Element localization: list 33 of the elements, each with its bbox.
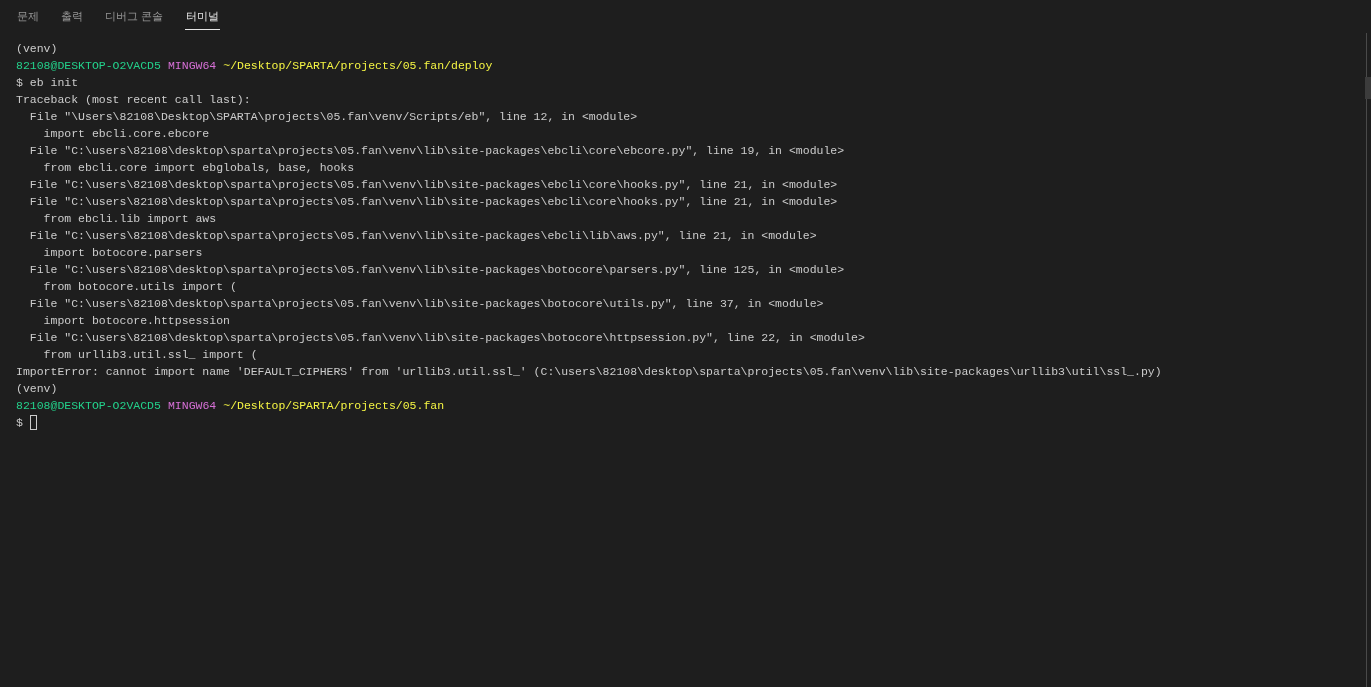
panel-tab[interactable]: 출력 bbox=[60, 0, 84, 30]
cursor-icon bbox=[29, 415, 37, 430]
terminal-line: $ eb init bbox=[16, 75, 79, 91]
terminal-line: from urllib3.util.ssl_ import ( bbox=[42, 347, 258, 363]
terminal-line: ImportError: cannot import name 'DEFAULT_CIPHERS' from 'urllib3.util.ssl_' (C:\users\82108\desktop\sparta\projects\05.fan\venv\lib\site-packages\urllib3\util\ssl_.py) bbox=[16, 364, 1162, 380]
panel-tab[interactable]: 문제 bbox=[16, 0, 40, 30]
panel-tab[interactable]: 터미널 bbox=[184, 0, 220, 30]
panel-tab[interactable]: 디버그 콘솔 bbox=[104, 0, 165, 30]
prompt-shell: MINGW64 bbox=[167, 58, 217, 74]
terminal-line: from botocore.utils import ( bbox=[42, 279, 237, 295]
terminal-line: File "C:\users\82108\desktop\sparta\projects\05.fan\venv\lib\site-packages\botocore\httpsession.py", line 22, in <module> bbox=[28, 330, 865, 346]
prompt-shell: MINGW64 bbox=[167, 398, 217, 414]
terminal-line: (venv) bbox=[16, 41, 58, 57]
terminal-line: File "C:\users\82108\desktop\sparta\projects\05.fan\venv\lib\site-packages\ebcli\lib\aws.py", line 21, in <module> bbox=[28, 228, 817, 244]
terminal-line: import botocore.httpsession bbox=[42, 313, 230, 329]
terminal-line: File "C:\users\82108\desktop\sparta\projects\05.fan\venv\lib\site-packages\ebcli\core\hooks.py", line 21, in <module> bbox=[28, 177, 838, 193]
terminal-line: File "C:\users\82108\desktop\sparta\projects\05.fan\venv\lib\site-packages\botocore\utils.py", line 37, in <module> bbox=[28, 296, 824, 312]
terminal-line: import botocore.parsers bbox=[42, 245, 203, 261]
terminal-line: from ebcli.core import ebglobals, base, hooks bbox=[42, 160, 355, 176]
prompt-user-host: 82108@DESKTOP-O2VACD5 bbox=[16, 58, 161, 74]
terminal-line: from ebcli.lib import aws bbox=[42, 211, 217, 227]
prompt-symbol: $ bbox=[16, 415, 23, 431]
terminal-line: (venv) bbox=[16, 381, 58, 397]
scrollbar-thumb[interactable] bbox=[1365, 77, 1371, 99]
prompt-path: ~/Desktop/SPARTA/projects/05.fan bbox=[223, 398, 445, 414]
terminal-line: File "C:\users\82108\desktop\sparta\projects\05.fan\venv\lib\site-packages\ebcli\core\ebcore.py", line 19, in <module> bbox=[28, 143, 845, 159]
terminal-line: Traceback (most recent call last): bbox=[16, 92, 251, 108]
terminal-line: import ebcli.core.ebcore bbox=[42, 126, 210, 142]
prompt-user-host: 82108@DESKTOP-O2VACD5 bbox=[16, 398, 161, 414]
terminal-line: File "C:\users\82108\desktop\sparta\projects\05.fan\venv\lib\site-packages\ebcli\core\hooks.py", line 21, in <module> bbox=[28, 194, 838, 210]
prompt-path: ~/Desktop/SPARTA/projects/05.fan/deploy bbox=[223, 58, 493, 74]
terminal-line: File "\Users\82108\Desktop\SPARTA\projects\05.fan\venv/Scripts/eb", line 12, in <module> bbox=[28, 109, 638, 125]
terminal-line: File "C:\users\82108\desktop\sparta\projects\05.fan\venv\lib\site-packages\botocore\parsers.py", line 125, in <module> bbox=[28, 262, 845, 278]
